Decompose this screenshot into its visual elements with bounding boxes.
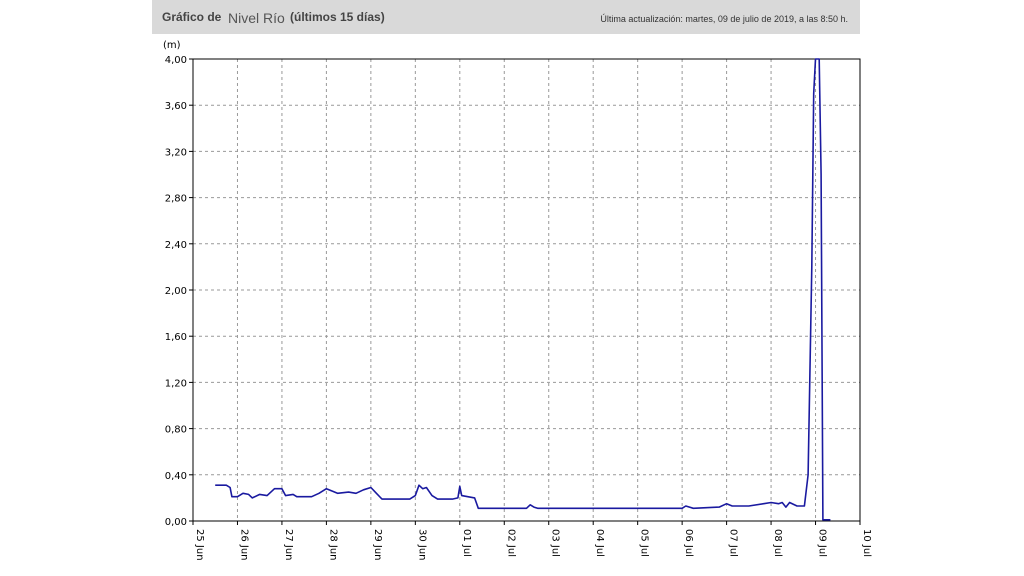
x-tick-label: 02 Jul — [505, 529, 516, 557]
y-tick-label: 2,80 — [165, 194, 187, 205]
y-axis-unit-label: (m) — [163, 40, 181, 51]
series-group — [215, 58, 831, 521]
x-tick-label: 09 Jul — [817, 529, 828, 557]
y-tick-label: 0,00 — [165, 517, 187, 528]
y-axis: 0,00 0,40 0,80 1,20 1,60 2,00 2,40 2,80 3,20 3,60… — [165, 55, 193, 528]
y-tick-label: 4,00 — [165, 55, 187, 66]
y-tick-label: 1,20 — [165, 378, 187, 389]
x-axis: 25 Jun 26 Jun 27 Jun 28 Jun 29 Jun 30 Jun 01 J… — [192, 521, 872, 561]
grid-lines — [193, 59, 860, 521]
x-tick-label: 07 Jul — [728, 529, 739, 557]
x-tick-label: 06 Jul — [683, 529, 694, 557]
y-tick-label: 1,60 — [165, 332, 187, 343]
series-line-nivel-rio — [215, 58, 831, 521]
x-tick-label: 01 Jul — [461, 529, 472, 557]
x-tick-label: 25 Jun — [194, 529, 205, 561]
x-tick-label: 30 Jun — [416, 529, 427, 561]
x-tick-label: 05 Jul — [639, 529, 650, 557]
y-tick-label: 0,80 — [165, 425, 187, 436]
x-tick-label: 27 Jun — [283, 529, 294, 561]
y-tick-label: 0,40 — [165, 471, 187, 482]
x-tick-label: 04 Jul — [594, 529, 605, 557]
x-tick-label: 28 Jun — [327, 529, 338, 561]
y-tick-label: 3,60 — [165, 101, 187, 112]
x-tick-label: 03 Jul — [550, 529, 561, 557]
x-tick-label: 26 Jun — [238, 529, 249, 561]
y-tick-label: 3,20 — [165, 147, 187, 158]
y-tick-label: 2,40 — [165, 240, 187, 251]
x-tick-label: 29 Jun — [372, 529, 383, 561]
y-tick-label: 2,00 — [165, 286, 187, 297]
river-level-chart: 0,00 0,40 0,80 1,20 1,60 2,00 2,40 2,80 3,20 3,60… — [163, 40, 872, 561]
x-tick-label: 08 Jul — [772, 529, 783, 557]
x-tick-label: 10 Jul — [861, 529, 872, 557]
